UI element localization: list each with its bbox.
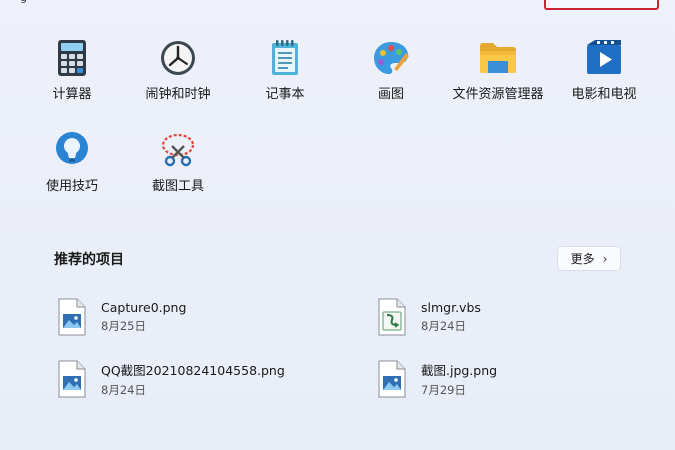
file-name: Capture0.png: [101, 300, 187, 315]
pinned-app-label: 计算器: [52, 87, 92, 102]
file-date: 7月29日: [421, 383, 466, 397]
pinned-app-label: 文件资源管理器: [452, 87, 544, 102]
more-button-label: 更多: [570, 252, 595, 266]
file-name: slmgr.vbs: [421, 300, 481, 315]
file-date: 8月24日: [421, 319, 466, 333]
movies-tv-icon: [584, 38, 624, 78]
pinned-app-label: 画图: [377, 87, 404, 102]
image-file-icon: [57, 298, 87, 336]
recommended-item[interactable]: QQ截图20210824104558.png 8月24日: [57, 356, 317, 402]
recommended-item[interactable]: Capture0.png 8月25日: [57, 294, 317, 340]
clock-icon: [158, 38, 198, 78]
more-button[interactable]: 更多 ›: [557, 246, 621, 271]
pinned-app-tips[interactable]: 使用技巧: [17, 130, 127, 210]
calculator-icon: [52, 38, 92, 78]
script-file-icon: [377, 298, 407, 336]
pinned-app-label: 截图工具: [151, 179, 204, 194]
pinned-app-notepad[interactable]: 记事本: [230, 38, 340, 118]
file-date: 8月25日: [101, 319, 146, 333]
image-file-icon: [377, 360, 407, 398]
recommended-title: 推荐的项目: [54, 252, 124, 268]
pinned-app-label: 使用技巧: [45, 179, 98, 194]
start-menu-panel: g 计算器: [0, 0, 675, 450]
pinned-app-calculator[interactable]: 计算器: [17, 38, 127, 118]
notepad-icon: [265, 38, 305, 78]
pinned-app-label: 记事本: [265, 87, 305, 102]
chevron-right-icon: ›: [602, 251, 608, 266]
tips-icon: [52, 130, 92, 170]
file-name: 截图.jpg.png: [421, 363, 498, 378]
folder-icon: [478, 38, 518, 78]
pinned-app-snipping-tool[interactable]: 截图工具: [123, 130, 233, 210]
pinned-app-movies-tv[interactable]: 电影和电视: [549, 38, 659, 118]
pinned-app-file-explorer[interactable]: 文件资源管理器: [443, 38, 553, 118]
highlighted-top-button[interactable]: [544, 0, 659, 10]
file-date: 8月24日: [101, 383, 146, 397]
pinned-app-paint[interactable]: 画图: [336, 38, 446, 118]
recommended-item[interactable]: slmgr.vbs 8月24日: [377, 294, 637, 340]
paint-icon: [371, 38, 411, 78]
top-cut-text: g: [20, 0, 27, 4]
snipping-tool-icon: [158, 130, 198, 170]
pinned-app-clock[interactable]: 闹钟和时钟: [123, 38, 233, 118]
image-file-icon: [57, 360, 87, 398]
recommended-item[interactable]: 截图.jpg.png 7月29日: [377, 356, 637, 402]
file-name: QQ截图20210824104558.png: [101, 363, 285, 378]
pinned-app-label: 闹钟和时钟: [145, 87, 211, 102]
pinned-app-label: 电影和电视: [571, 87, 637, 102]
